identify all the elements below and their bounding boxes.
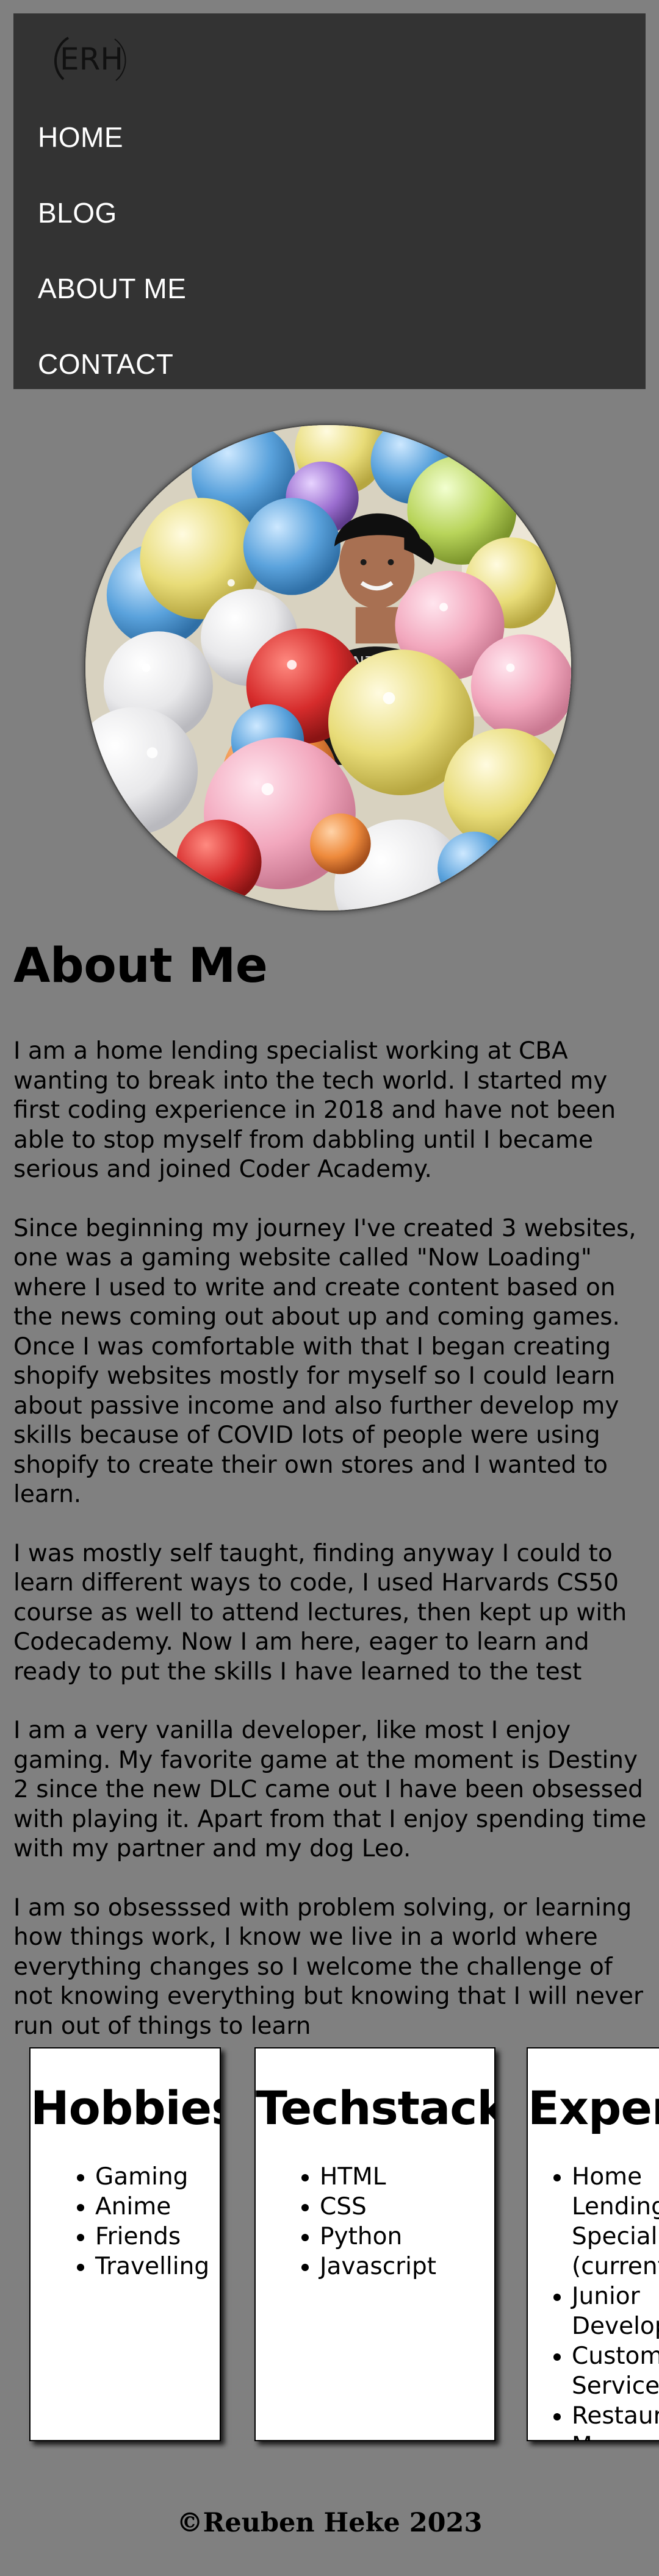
about-paragraph: I am a home lending specialist working a… — [13, 1037, 616, 1183]
experience-list: Home Lending Specialist (current) Junior… — [528, 2162, 659, 2440]
techstack-card: Techstack HTML CSS Python Javascript — [254, 2047, 495, 2441]
about-paragraph: I was mostly self taught, finding anyway… — [13, 1539, 627, 1686]
about-paragraph: Since beginning my journey I've created … — [13, 1214, 636, 1509]
hobbies-title: Hobbies — [31, 2081, 221, 2135]
list-item: Gaming — [95, 2162, 220, 2192]
nav-home-link[interactable]: HOME — [38, 121, 123, 154]
footer-copyright: ©Reuben Heke 2023 — [176, 2508, 483, 2538]
techstack-title: Techstack — [256, 2081, 495, 2135]
experience-title: Experience — [528, 2081, 659, 2135]
list-item: Customer Service — [572, 2341, 659, 2401]
list-item: Restaurant Manager — [572, 2401, 659, 2440]
info-cards: Hobbies Gaming Anime Friends Travelling … — [0, 2047, 659, 2450]
nav-contact-link[interactable]: CONTACT — [38, 348, 173, 381]
list-item: Home Lending Specialist (current) — [572, 2162, 659, 2281]
techstack-list: HTML CSS Python Javascript — [256, 2162, 494, 2281]
list-item: Friends — [95, 2222, 220, 2252]
profile-photo: N7 — [84, 424, 572, 912]
hobbies-card: Hobbies Gaming Anime Friends Travelling — [29, 2047, 221, 2441]
list-item: Junior Developer — [572, 2281, 659, 2341]
about-paragraph: I am a very vanilla developer, like most… — [13, 1717, 647, 1862]
nav-blog-link[interactable]: BLOG — [38, 196, 117, 229]
list-item: Anime — [95, 2192, 220, 2222]
erh-logo-icon[interactable]: ERH — [37, 24, 146, 91]
list-item: HTML — [320, 2162, 494, 2192]
logo-text: ERH — [60, 41, 123, 77]
about-heading: About Me — [13, 939, 268, 993]
list-item: Python — [320, 2222, 494, 2252]
list-item: Javascript — [320, 2252, 494, 2281]
nav-about-link[interactable]: ABOUT ME — [38, 272, 186, 305]
about-paragraph: I am so obsesssed with problem solving, … — [13, 1894, 643, 2040]
list-item: CSS — [320, 2192, 494, 2222]
main-navigation: ERH HOME BLOG ABOUT ME CONTACT — [13, 13, 646, 389]
list-item: Travelling — [95, 2252, 220, 2281]
about-text: I am a home lending specialist working a… — [13, 1037, 648, 2070]
hobbies-list: Gaming Anime Friends Travelling — [31, 2162, 220, 2281]
experience-card: Experience Home Lending Specialist (curr… — [527, 2047, 659, 2441]
